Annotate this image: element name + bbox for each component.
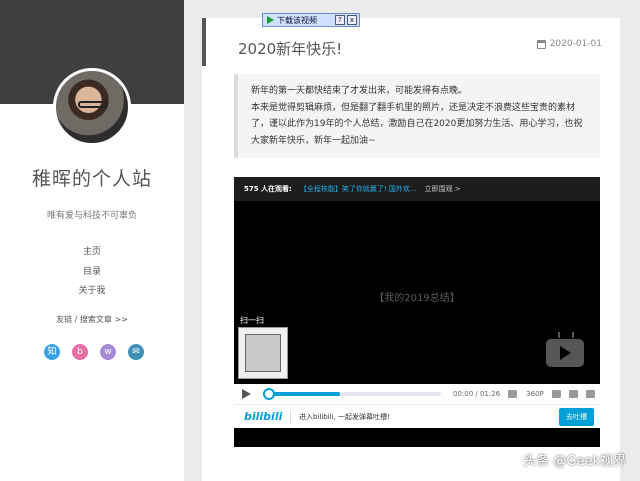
viewer-count: 575 人在观看: (244, 185, 292, 193)
promo-link[interactable]: 【全程核能】笑了你就赢了! 国外欢... (300, 184, 417, 194)
qr-code (245, 334, 281, 372)
video-center-text: 【我的2019总结】 (374, 293, 460, 304)
zhihu-icon[interactable]: 知 (44, 344, 60, 360)
qr-thumbnail[interactable] (238, 327, 288, 379)
video-player[interactable]: 575 人在观看: 【全程核能】笑了你就赢了! 国外欢... 立即围观 > 【我… (234, 177, 600, 447)
quote-line-1: 新年的第一天都快结束了才发出来，可能发得有点晚。 (251, 86, 468, 96)
volume-icon[interactable] (508, 390, 518, 398)
weibo-icon[interactable]: w (100, 344, 116, 360)
email-icon[interactable]: ✉ (128, 344, 144, 360)
bilibili-icon[interactable]: b (72, 344, 88, 360)
close-button[interactable]: x (347, 15, 357, 25)
nav-about[interactable]: 关于我 (0, 282, 184, 302)
site-title[interactable]: 稚晖的个人站 (0, 164, 184, 191)
watermark: 头条 @Geek视界 (523, 454, 626, 469)
avatar-glasses (78, 101, 108, 108)
progress-knob[interactable] (263, 388, 275, 400)
sidebar-nav: 主页 目录 关于我 (0, 243, 184, 302)
quote-rest: 本来是觉得剪辑麻烦，但是翻了翻手机里的照片，还是决定不浪费这些宝贵的素材了，谨以… (251, 102, 583, 146)
site-subtitle: 唯有爱与科技不可辜负 (46, 211, 137, 221)
bilibili-cta-text: 进入bilibili, 一起发弹幕吐槽! (299, 412, 390, 421)
scan-label: 扫一扫 (240, 316, 264, 325)
sidebar: 稚晖的个人站 唯有爱与科技不可辜负 主页 目录 关于我 友链 / 搜索文章 >>… (0, 0, 184, 481)
video-download-toolbar[interactable]: 下载该视频 ? x (262, 13, 360, 27)
post-date: 2020-01-01 (536, 39, 602, 49)
player-controls: 00:00 / 01:26 360P (234, 384, 600, 404)
quality-selector[interactable]: 360P (526, 390, 544, 398)
nav-home[interactable]: 主页 (0, 243, 184, 263)
nav-catalog[interactable]: 目录 (0, 263, 184, 283)
help-button[interactable]: ? (335, 15, 345, 25)
play-button[interactable] (242, 389, 251, 399)
post-date-text: 2020-01-01 (549, 39, 602, 49)
download-video-label[interactable]: 下载该视频 (277, 15, 335, 26)
download-play-icon (267, 16, 274, 24)
post-card: 下载该视频 ? x 2020新年快乐! 2020-01-01 新年的第一天都快结… (202, 13, 620, 481)
time-display: 00:00 / 01:26 (453, 390, 501, 398)
danmaku-icon[interactable] (551, 390, 561, 398)
fullscreen-icon[interactable] (585, 390, 595, 398)
progress-bar[interactable] (263, 388, 441, 400)
calendar-icon (536, 39, 546, 49)
avatar[interactable] (53, 68, 131, 146)
tv-play-icon[interactable] (546, 339, 584, 367)
danmaku-button[interactable]: 去吐槽 (559, 407, 594, 426)
friend-links-search[interactable]: 友链 / 搜索文章 >> (0, 314, 184, 325)
loop-icon[interactable] (568, 390, 578, 398)
watch-now-link[interactable]: 立即围观 > (425, 184, 461, 194)
divider (290, 409, 291, 424)
bilibili-bar: bilibili 进入bilibili, 一起发弹幕吐槽! 去吐槽 (234, 404, 600, 428)
bilibili-logo[interactable]: bilibili (244, 410, 282, 423)
post-quote: 新年的第一天都快结束了才发出来，可能发得有点晚。 本来是觉得剪辑麻烦，但是翻了翻… (234, 74, 600, 158)
player-top-bar: 575 人在观看: 【全程核能】笑了你就赢了! 国外欢... 立即围观 > (234, 177, 600, 201)
title-accent-bar (202, 18, 206, 66)
post-title[interactable]: 2020新年快乐! (238, 38, 342, 59)
social-links: 知 b w ✉ (44, 344, 144, 360)
